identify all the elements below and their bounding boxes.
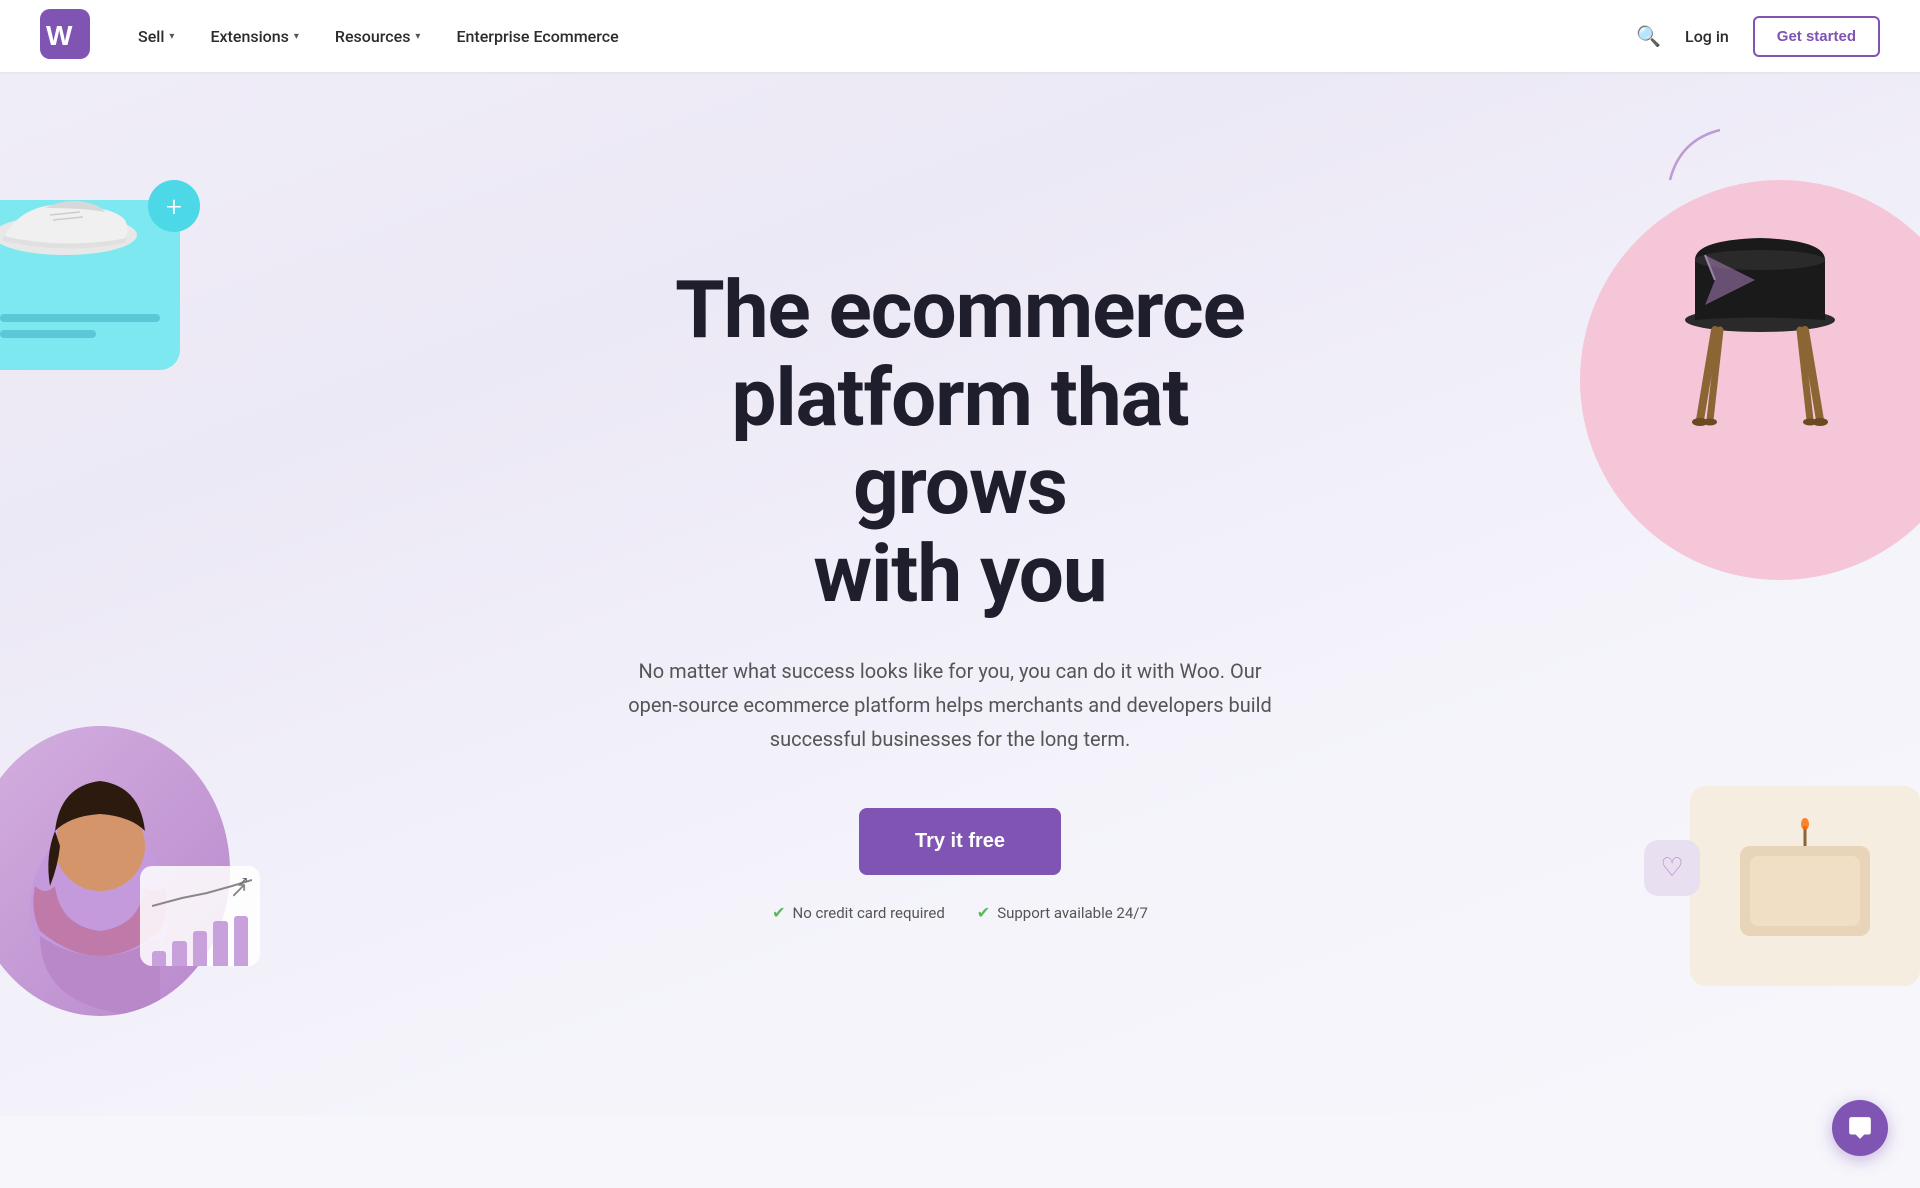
login-button[interactable]: Log in [1685, 27, 1729, 46]
product-card-decoration: + [0, 200, 180, 370]
nav-links: Sell ▾ Extensions ▾ Resources ▾ Enterpri… [138, 27, 1636, 46]
get-started-button[interactable]: Get started [1753, 16, 1880, 57]
chat-button[interactable] [1832, 1100, 1888, 1156]
shoe-illustration [0, 180, 145, 270]
hero-title: The ecommerce platform that grows with y… [620, 266, 1300, 618]
paper-plane-icon [1700, 250, 1760, 322]
card-lines-decoration [0, 314, 160, 346]
hero-content: The ecommerce platform that grows with y… [600, 266, 1320, 922]
no-credit-card-badge: ✔ No credit card required [772, 903, 945, 922]
chair-illustration [1660, 200, 1860, 440]
nav-sell[interactable]: Sell ▾ [138, 27, 174, 46]
svg-text:W: W [46, 20, 73, 51]
svg-text:↗: ↗ [237, 878, 249, 890]
nav-resources[interactable]: Resources ▾ [335, 27, 421, 46]
add-product-icon: + [148, 180, 200, 232]
navbar: W Sell ▾ Extensions ▾ Resources ▾ Enterp… [0, 0, 1920, 72]
hero-subtitle: No matter what success looks like for yo… [620, 654, 1280, 756]
bar-chart-icon [152, 916, 248, 966]
product-card-right-decoration [1690, 786, 1920, 986]
hero-section: + [0, 0, 1920, 1116]
hero-badges: ✔ No credit card required ✔ Support avai… [620, 903, 1300, 922]
curve-decoration [1660, 120, 1740, 204]
checkmark-icon: ✔ [772, 903, 785, 922]
checkmark-icon-2: ✔ [977, 903, 990, 922]
trend-line-icon: ↗ [152, 878, 248, 908]
chart-decoration: ↗ [140, 866, 260, 966]
sell-chevron-icon: ▾ [169, 31, 174, 42]
support-badge: ✔ Support available 24/7 [977, 903, 1148, 922]
nav-extensions[interactable]: Extensions ▾ [210, 27, 298, 46]
search-icon[interactable]: 🔍 [1636, 24, 1661, 48]
nav-right: 🔍 Log in Get started [1636, 16, 1880, 57]
try-it-free-button[interactable]: Try it free [859, 808, 1061, 875]
extensions-chevron-icon: ▾ [294, 31, 299, 42]
site-logo[interactable]: W [40, 9, 90, 63]
heart-badge-decoration: ♡ [1644, 840, 1700, 896]
nav-enterprise[interactable]: Enterprise Ecommerce [456, 27, 618, 46]
resources-chevron-icon: ▾ [415, 31, 420, 42]
